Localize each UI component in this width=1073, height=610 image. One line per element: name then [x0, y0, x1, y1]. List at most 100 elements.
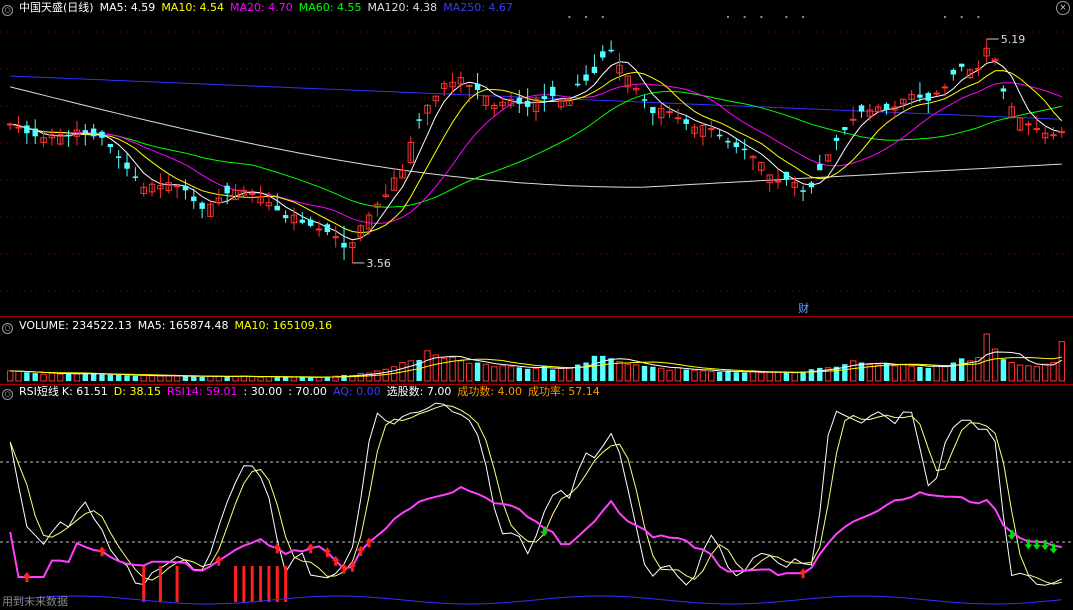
volume-bar	[57, 373, 64, 382]
volume-bar	[82, 374, 89, 381]
event-dot	[802, 16, 805, 18]
candle-body	[1058, 131, 1066, 134]
candle-body	[224, 185, 230, 194]
volume-bar	[315, 376, 323, 382]
panel-separator[interactable]	[0, 316, 1073, 317]
volume-bar	[808, 369, 815, 381]
volume-bar	[474, 362, 481, 381]
rsi-header: ○ RSI短线 K: 61.51 D: 38.15 RSI14: 59.01: 30.0…	[2, 384, 606, 400]
candle-body	[741, 148, 748, 151]
volume-bar	[1000, 359, 1007, 381]
collapse-toggle-icon[interactable]: ○	[2, 5, 13, 16]
event-dot	[568, 16, 571, 18]
volume-bar	[224, 376, 230, 381]
volume-bar	[725, 370, 731, 381]
volume-header: ○ VOLUME: 234522.13 MA5: 165874.48 MA10: 16…	[2, 318, 338, 334]
close-icon[interactable]: ×	[1056, 1, 1070, 15]
rsi-chart[interactable]	[0, 384, 1073, 610]
collapse-toggle-icon[interactable]: ○	[2, 389, 13, 400]
volume-bar	[583, 362, 589, 381]
candle-body	[591, 66, 598, 73]
candle-body	[282, 215, 289, 219]
volume-bar	[683, 369, 689, 381]
ma250-readout: MA250: 4.67	[443, 1, 513, 14]
volume-bar	[925, 367, 931, 381]
volume-bar	[499, 365, 506, 382]
candle-body	[24, 125, 30, 134]
candle-body	[733, 142, 740, 148]
candle-body	[958, 63, 965, 67]
volume-bar	[641, 365, 648, 381]
volume-bar	[549, 369, 556, 381]
volume-bar	[624, 363, 632, 382]
volume-bar	[274, 377, 280, 381]
volume-bar	[557, 368, 565, 382]
d-line	[9, 404, 1062, 585]
volume-bar	[733, 372, 740, 381]
buy-signal-bar	[267, 566, 271, 602]
candle-body	[274, 205, 280, 211]
volume-bar	[265, 376, 273, 382]
candle-body	[99, 131, 105, 138]
volume-bar	[883, 363, 890, 381]
volume-bar	[616, 361, 623, 382]
candle-body	[199, 202, 205, 209]
volume-bar	[307, 377, 314, 381]
high-price-label: 5.19	[1001, 33, 1026, 46]
collapse-toggle-icon[interactable]: ○	[2, 323, 13, 334]
candle-body	[575, 83, 581, 86]
candlestick-chart[interactable]: 5.19 3.56 财	[0, 0, 1073, 316]
candle-body	[191, 196, 197, 202]
candle-body	[950, 69, 957, 75]
volume-bar	[657, 367, 665, 382]
aq-readout: AQ: 0.00	[332, 385, 381, 398]
volume-bar	[800, 371, 806, 381]
volume-chart-panel[interactable]: ○ VOLUME: 234522.13 MA5: 165874.48 MA10: 16…	[0, 318, 1073, 384]
volume-bar	[374, 370, 381, 382]
candle-body	[107, 144, 114, 148]
candle-body	[315, 228, 323, 231]
buy-arrow-icon	[97, 546, 106, 557]
candle-body	[858, 105, 865, 112]
event-dot	[960, 16, 963, 18]
volume-bar	[132, 375, 139, 381]
candle-body	[975, 67, 982, 70]
volume-bar	[215, 375, 223, 382]
volume-bar	[65, 373, 72, 381]
volume-bar	[708, 371, 715, 382]
candle-body	[817, 164, 823, 171]
rsi-chart-panel[interactable]: ○ RSI短线 K: 61.51 D: 38.15 RSI14: 59.01: 30.0…	[0, 384, 1073, 610]
volume-bar	[482, 363, 490, 382]
event-dot	[585, 16, 588, 18]
candle-body	[90, 128, 97, 137]
candle-body	[849, 118, 857, 121]
candle-body	[32, 128, 38, 137]
price-chart-panel[interactable]: 5.19 3.56 财 ○ 中国天盛(日线) MA5: 4.59 MA10: 4.54 MA…	[0, 0, 1073, 316]
volume-bar	[908, 365, 915, 382]
low-price-label: 3.56	[366, 257, 391, 270]
event-dot	[760, 16, 763, 18]
volume-bar	[1016, 364, 1024, 382]
candle-body	[600, 51, 606, 58]
candle-body	[15, 126, 22, 129]
buy-arrow-icon	[214, 555, 223, 566]
volume-bar	[182, 376, 189, 381]
candle-body	[82, 130, 89, 134]
event-dot	[726, 16, 729, 18]
volume-bar	[783, 372, 790, 381]
ma5-line	[10, 60, 1062, 241]
sell-arrow-icon	[1007, 530, 1016, 540]
volume-ma10-readout: MA10: 165109.16	[234, 319, 333, 332]
rsi-title: RSI短线	[19, 385, 59, 398]
candle-body	[674, 117, 682, 120]
ma60-readout: MA60: 4.55	[298, 1, 362, 14]
volume-bar	[891, 365, 899, 382]
candle-body	[249, 192, 256, 195]
volume-bar	[341, 374, 347, 381]
volume-bar	[48, 372, 56, 382]
high-threshold-readout: : 70.00	[288, 385, 327, 398]
event-dot	[977, 16, 980, 18]
candle-body	[800, 190, 806, 192]
buy-signal-bar	[250, 566, 254, 602]
candle-body	[941, 86, 949, 89]
